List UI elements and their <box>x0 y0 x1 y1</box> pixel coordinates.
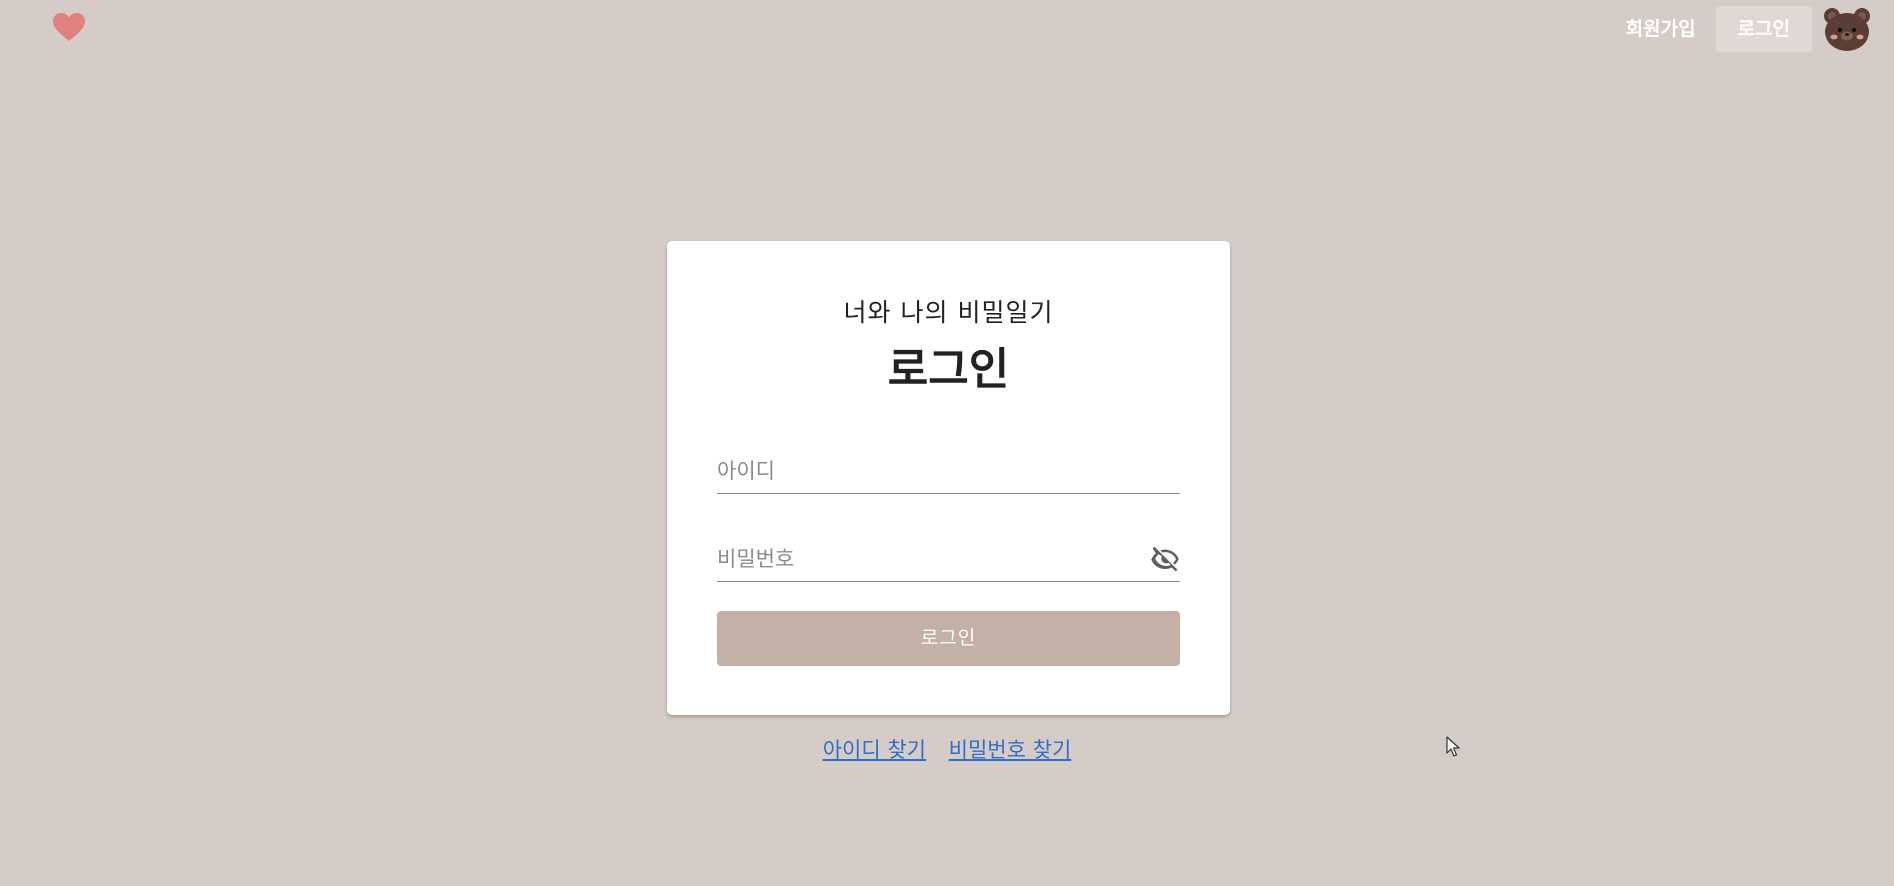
id-input[interactable] <box>717 451 1180 491</box>
top-nav: 회원가입 로그인 <box>1606 4 1872 54</box>
login-nav-button[interactable]: 로그인 <box>1715 6 1812 52</box>
password-field <box>717 537 1180 582</box>
account-links: 아이디 찾기 비밀번호 찾기 <box>0 734 1894 764</box>
signup-link[interactable]: 회원가입 <box>1606 6 1716 52</box>
bear-avatar-icon[interactable] <box>1822 6 1872 52</box>
login-page: 회원가입 로그인 너와 나의 비밀일기 로그인 로그인 <box>0 0 1894 886</box>
find-id-link[interactable]: 아이디 찾기 <box>823 738 926 762</box>
login-submit-button[interactable]: 로그인 <box>717 611 1180 666</box>
password-input[interactable] <box>717 539 1150 579</box>
card-title: 로그인 <box>887 344 1010 395</box>
login-card: 너와 나의 비밀일기 로그인 로그인 <box>667 241 1230 715</box>
eye-off-icon[interactable] <box>1150 544 1180 574</box>
id-field <box>717 449 1180 494</box>
mouse-cursor-icon <box>1446 736 1460 757</box>
heart-icon[interactable] <box>52 12 86 42</box>
card-subtitle: 너와 나의 비밀일기 <box>843 298 1054 327</box>
find-password-link[interactable]: 비밀번호 찾기 <box>949 738 1072 762</box>
